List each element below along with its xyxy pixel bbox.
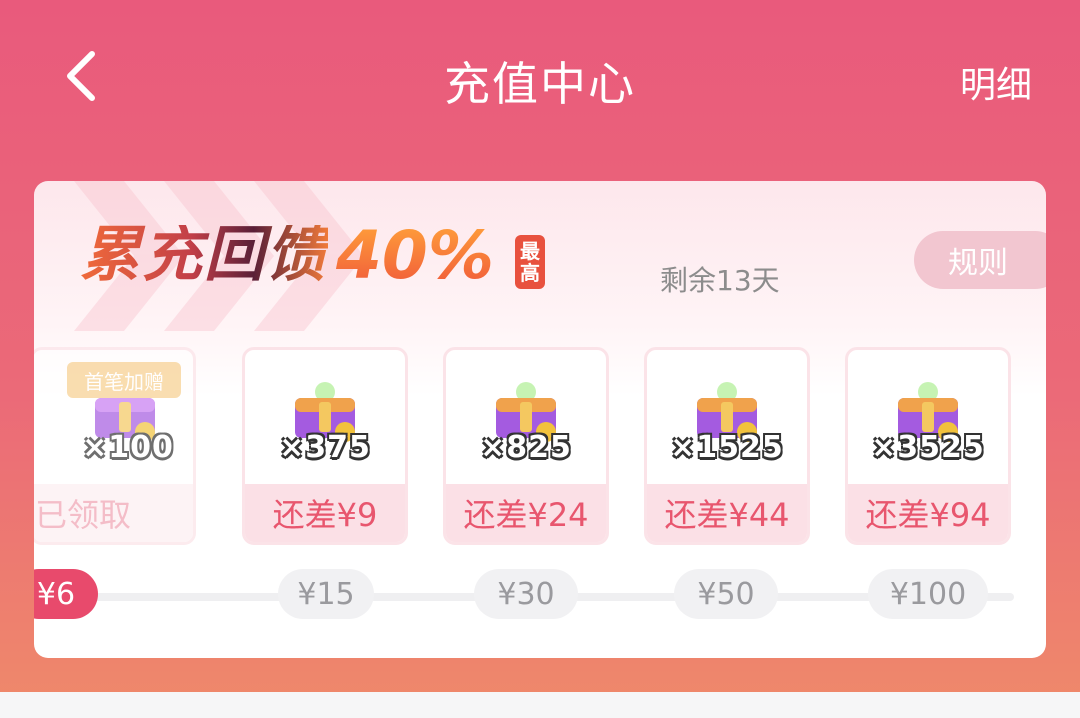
max-badge-top: 最: [520, 239, 540, 263]
tier-status: 还差¥94: [848, 484, 1008, 542]
tier-quantity: ×825: [480, 430, 572, 465]
tier-card-2[interactable]: ×375 还差¥9: [242, 347, 408, 545]
tier-status: 还差¥9: [245, 484, 405, 542]
tier-card-1[interactable]: 首笔加赠 ×100 已领取: [34, 347, 196, 545]
page-title: 充值中心: [444, 57, 636, 111]
max-badge-bottom: 高: [520, 261, 540, 285]
tier-quantity: ×3525: [871, 430, 985, 465]
tier-status: 已领取: [34, 484, 193, 542]
tier-quantity: ×1525: [670, 430, 784, 465]
milestone: ¥30: [474, 569, 578, 619]
tier-card-3[interactable]: ×825 还差¥24: [443, 347, 609, 545]
top-bar: 充值中心 明细: [0, 0, 1080, 160]
tier-card-4[interactable]: ×1525 还差¥44: [644, 347, 810, 545]
max-badge: 最 高: [515, 235, 545, 289]
first-bonus-badge: 首笔加赠: [67, 362, 181, 398]
tier-status: 还差¥24: [446, 484, 606, 542]
milestone-current: ¥6: [34, 569, 98, 619]
tier-quantity: ×375: [279, 430, 371, 465]
promo-title: 累充回馈: [80, 220, 328, 290]
cumulative-recharge-panel: 累充回馈 40% 最 高 剩余13天 规则 首笔加赠 ×100 已领取 ×375…: [34, 181, 1046, 658]
tier-status: 还差¥44: [647, 484, 807, 542]
tier-card-5[interactable]: ×3525 还差¥94: [845, 347, 1011, 545]
remaining-days: 剩余13天: [660, 264, 780, 297]
milestone: ¥15: [278, 569, 374, 619]
bottom-divider: [0, 692, 1080, 718]
promo-percent: 40%: [336, 217, 494, 294]
detail-link[interactable]: 明细: [960, 56, 1032, 108]
milestone: ¥100: [868, 569, 988, 619]
milestone: ¥50: [674, 569, 778, 619]
rules-button[interactable]: 规则: [914, 231, 1046, 289]
tier-quantity: ×100: [82, 430, 174, 465]
